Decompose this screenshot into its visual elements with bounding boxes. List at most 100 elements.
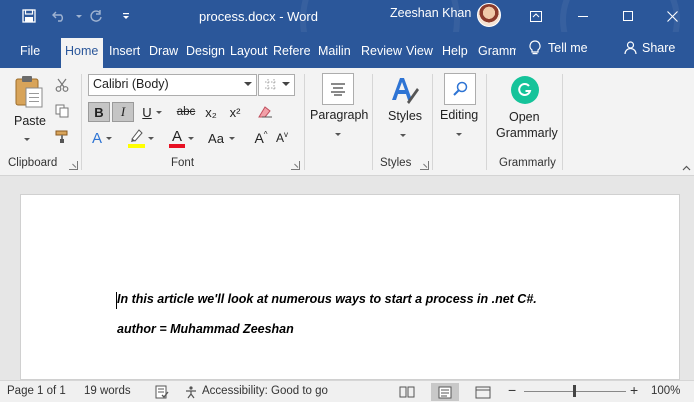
tab-review[interactable]: Review [361, 44, 402, 58]
tab-view[interactable]: View [406, 44, 433, 58]
mixed-size-icon [265, 79, 277, 91]
grammarly-icon[interactable] [511, 76, 539, 104]
tab-references[interactable]: Referen [273, 44, 311, 58]
styles-button[interactable]: Styles [388, 109, 422, 123]
print-layout-icon[interactable] [431, 383, 459, 401]
tab-insert[interactable]: Insert [109, 44, 140, 58]
person-icon [624, 41, 637, 55]
styles-launcher-icon[interactable] [420, 161, 429, 170]
styles-group-label: Styles [380, 157, 412, 169]
tab-file[interactable]: File [20, 44, 40, 58]
web-layout-icon[interactable] [469, 383, 497, 401]
change-case-button[interactable]: Aa [205, 128, 227, 148]
group-divider [562, 74, 563, 170]
accessibility-icon[interactable] [184, 385, 198, 402]
paragraph-button[interactable]: Paragraph [310, 108, 368, 122]
customize-qat-icon[interactable] [117, 7, 135, 25]
tell-me-box[interactable]: Tell me [528, 40, 588, 56]
tab-mailings[interactable]: Mailin [318, 44, 355, 58]
document-line-2[interactable]: author = Muhammad Zeeshan [117, 322, 294, 336]
paragraph-dropdown-icon[interactable] [335, 125, 341, 139]
redo-icon[interactable] [87, 7, 105, 25]
shrink-font-letter: A [275, 131, 284, 145]
shrink-font-button[interactable]: Av [273, 128, 291, 148]
copy-icon[interactable] [53, 102, 71, 120]
italic-button[interactable]: I [112, 102, 134, 122]
open-grammarly-line1[interactable]: Open [509, 110, 540, 124]
word-count[interactable]: 19 words [84, 385, 131, 397]
clipboard-launcher-icon[interactable] [69, 161, 78, 170]
font-name-combo[interactable]: Calibri (Body) [88, 74, 257, 96]
tab-grammarly[interactable]: Gramm [478, 44, 516, 58]
zoom-out-button[interactable]: − [508, 382, 516, 398]
paragraph-icon[interactable] [322, 73, 354, 105]
underline-button[interactable]: U [139, 102, 155, 122]
group-divider [486, 74, 487, 170]
editing-dropdown-icon[interactable] [456, 125, 462, 139]
read-mode-icon[interactable] [393, 383, 421, 401]
share-button[interactable]: Share [624, 41, 675, 55]
tab-layout[interactable]: Layout [230, 44, 268, 58]
font-color-dropdown-icon[interactable] [186, 128, 196, 148]
lightbulb-icon [529, 40, 541, 55]
open-grammarly-line2[interactable]: Grammarly [496, 126, 558, 140]
avatar[interactable] [477, 3, 501, 27]
minimize-button[interactable] [572, 5, 594, 27]
paste-dropdown-icon[interactable] [24, 130, 30, 144]
tell-me-label: Tell me [548, 41, 588, 55]
bold-button[interactable]: B [88, 102, 110, 122]
ribbon-tabs: File Home Insert Draw Design Layout Refe… [0, 32, 694, 68]
paste-icon[interactable] [14, 74, 44, 111]
paste-button[interactable]: Paste [14, 114, 46, 128]
superscript-button[interactable]: x² [226, 102, 244, 122]
undo-icon[interactable] [50, 7, 68, 25]
document-page[interactable]: In this article we'll look at numerous w… [20, 194, 680, 380]
collapse-ribbon-icon[interactable] [682, 160, 691, 174]
change-case-dropdown-icon[interactable] [227, 128, 237, 148]
undo-dropdown-icon[interactable] [68, 7, 86, 25]
zoom-level[interactable]: 100% [651, 385, 680, 397]
document-line-1[interactable]: In this article we'll look at numerous w… [117, 292, 537, 306]
clear-formatting-icon[interactable] [256, 102, 274, 122]
highlight-icon[interactable] [128, 128, 146, 150]
strikethrough-button[interactable]: abc [174, 102, 198, 122]
font-size-combo[interactable] [258, 74, 295, 96]
tab-design[interactable]: Design [186, 44, 225, 58]
proofing-icon[interactable] [155, 385, 169, 402]
tab-home[interactable]: Home [61, 38, 103, 68]
tab-help[interactable]: Help [442, 44, 468, 58]
page-count[interactable]: Page 1 of 1 [7, 385, 66, 397]
cut-icon[interactable] [53, 76, 71, 94]
status-bar: Page 1 of 1 19 words Accessibility: Good… [0, 380, 694, 402]
subscript-button[interactable]: x₂ [202, 102, 220, 122]
styles-icon[interactable] [389, 74, 419, 109]
underline-dropdown-icon[interactable] [154, 102, 164, 122]
editing-icon[interactable] [444, 73, 476, 105]
ribbon: Paste Clipboard Calibri (Body) B I U abc… [0, 68, 694, 176]
share-label: Share [642, 41, 676, 55]
maximize-button[interactable] [617, 5, 639, 27]
save-icon[interactable] [20, 7, 38, 25]
text-effects-button[interactable]: A [90, 128, 104, 148]
styles-dropdown-icon[interactable] [400, 126, 406, 140]
format-painter-icon[interactable] [53, 128, 71, 146]
zoom-slider-thumb[interactable] [573, 385, 576, 397]
clipboard-group-label: Clipboard [8, 157, 58, 169]
font-color-letter: A [171, 128, 182, 145]
ribbon-display-options-icon[interactable] [525, 5, 547, 27]
user-name[interactable]: Zeeshan Khan [390, 6, 471, 20]
accessibility-status[interactable]: Accessibility: Good to go [202, 385, 328, 397]
font-launcher-icon[interactable] [291, 161, 300, 170]
font-size-dropdown-icon[interactable] [282, 82, 290, 86]
text-effects-dropdown-icon[interactable] [104, 128, 114, 148]
grow-font-button[interactable]: A ^ [252, 128, 270, 148]
font-color-button[interactable]: A [168, 128, 186, 150]
close-button[interactable] [661, 5, 683, 27]
zoom-in-button[interactable]: + [630, 382, 638, 398]
grow-font-letter: A [254, 130, 264, 146]
font-name-dropdown-icon[interactable] [244, 82, 252, 86]
highlight-dropdown-icon[interactable] [146, 128, 156, 148]
tab-draw[interactable]: Draw [149, 44, 178, 58]
group-divider [81, 74, 82, 170]
editing-button[interactable]: Editing [440, 108, 478, 122]
